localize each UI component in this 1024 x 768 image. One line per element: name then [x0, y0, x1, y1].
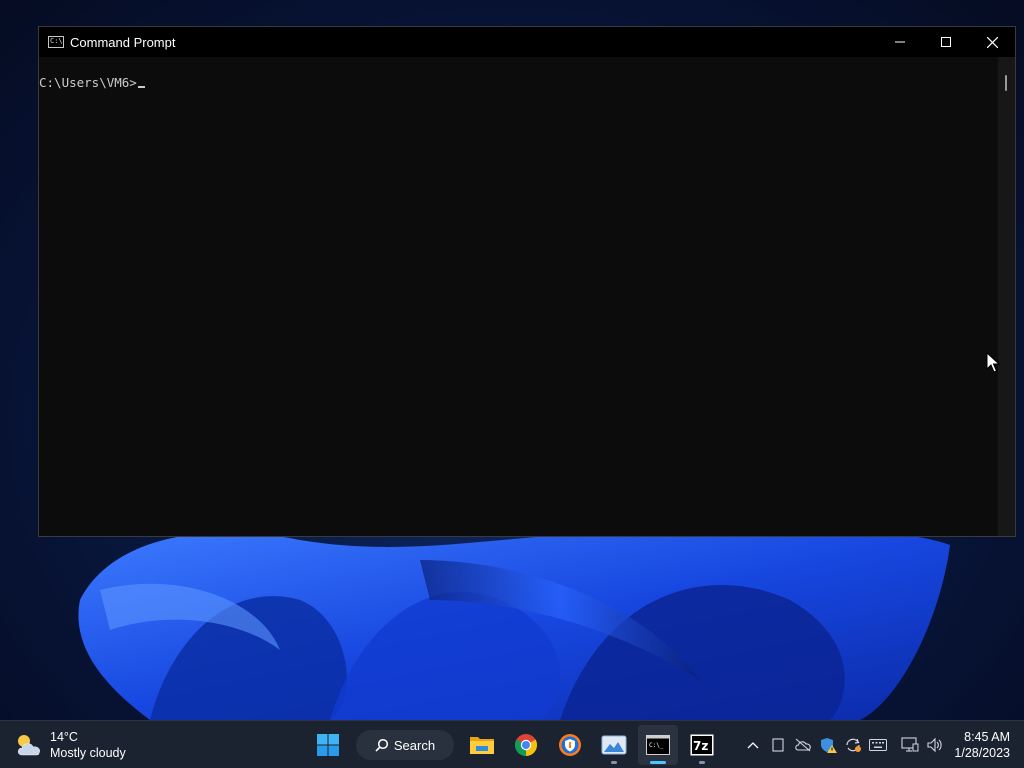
- running-indicator: [611, 761, 617, 764]
- weather-temperature: 14°C: [50, 730, 78, 744]
- start-button[interactable]: [308, 725, 348, 765]
- defender-tray-button[interactable]: [816, 733, 840, 757]
- search-label: Search: [393, 737, 436, 753]
- network-icon: [901, 737, 919, 752]
- maximize-icon: [941, 37, 951, 47]
- minimize-button[interactable]: [877, 27, 923, 57]
- text-cursor: [137, 86, 145, 88]
- chevron-up-icon: [747, 742, 758, 749]
- mouse-pointer-icon: [986, 352, 1000, 373]
- shield-app-icon: [559, 734, 581, 756]
- network-tray-button[interactable]: [898, 733, 922, 757]
- tablet-icon: [771, 738, 784, 752]
- cloud-off-icon: [794, 738, 811, 752]
- tablet-tray-button[interactable]: [766, 733, 790, 757]
- volume-icon: [927, 737, 942, 753]
- keyboard-tray-button[interactable]: [866, 733, 890, 757]
- system-tray: [740, 725, 948, 765]
- command-prompt-window[interactable]: C:\ Command Prompt C:\Users\VM6>: [38, 26, 1016, 537]
- cmd-app-icon: C:\: [48, 36, 64, 48]
- window-controls: [877, 27, 1015, 57]
- vertical-scrollbar[interactable]: [998, 57, 1015, 536]
- search-icon: [375, 738, 388, 752]
- sync-icon: [845, 738, 861, 752]
- defender-warning-icon: [820, 738, 837, 753]
- clock-time: 8:45 AM: [964, 730, 1010, 744]
- taskbar-apps: Search C:\_ 7z: [306, 725, 724, 765]
- windows-logo-icon: [317, 734, 339, 756]
- keyboard-icon: [868, 739, 887, 751]
- folder-icon: [470, 737, 494, 754]
- partly-cloudy-icon: [17, 735, 40, 756]
- taskbar-security-app[interactable]: [550, 725, 590, 765]
- photos-icon: [601, 735, 627, 755]
- title-bar[interactable]: C:\ Command Prompt: [39, 27, 1015, 57]
- console-area[interactable]: C:\Users\VM6>: [39, 57, 998, 536]
- close-button[interactable]: [969, 27, 1015, 57]
- taskbar-file-explorer[interactable]: [462, 725, 502, 765]
- prompt-text: C:\Users\VM6>: [39, 75, 137, 90]
- scroll-thumb[interactable]: [1005, 75, 1007, 91]
- terminal-icon: C:\_: [646, 735, 670, 755]
- search-button[interactable]: Search: [356, 730, 454, 760]
- svg-text:C:\_: C:\_: [649, 742, 664, 749]
- chrome-icon: [515, 734, 537, 756]
- window-title: Command Prompt: [70, 34, 176, 50]
- taskbar-7zip[interactable]: 7z: [682, 725, 722, 765]
- show-hidden-icons-button[interactable]: [741, 733, 765, 757]
- onedrive-tray-button[interactable]: [791, 733, 815, 757]
- running-indicator: [699, 761, 705, 764]
- clock[interactable]: 8:45 AM 1/28/2023: [954, 729, 1010, 761]
- sync-tray-button[interactable]: [841, 733, 865, 757]
- 7zip-icon: 7z: [690, 734, 714, 756]
- weather-condition: Mostly cloudy: [50, 746, 126, 760]
- volume-tray-button[interactable]: [923, 733, 947, 757]
- clock-date: 1/28/2023: [954, 746, 1010, 760]
- close-icon: [986, 36, 998, 48]
- active-indicator: [650, 761, 666, 764]
- taskbar-command-prompt[interactable]: C:\_: [638, 725, 678, 765]
- desktop: C:\ Command Prompt C:\Users\VM6>: [0, 0, 1024, 768]
- weather-widget[interactable]: 14°C Mostly cloudy: [14, 725, 126, 765]
- prompt-line: C:\Users\VM6>: [39, 75, 145, 90]
- taskbar: 14°C Mostly cloudy Search C:\_ 7z 8:45 A…: [0, 720, 1024, 768]
- taskbar-photos[interactable]: [594, 725, 634, 765]
- maximize-button[interactable]: [923, 27, 969, 57]
- minimize-icon: [895, 41, 905, 43]
- taskbar-chrome[interactable]: [506, 725, 546, 765]
- svg-text:7z: 7z: [693, 739, 708, 753]
